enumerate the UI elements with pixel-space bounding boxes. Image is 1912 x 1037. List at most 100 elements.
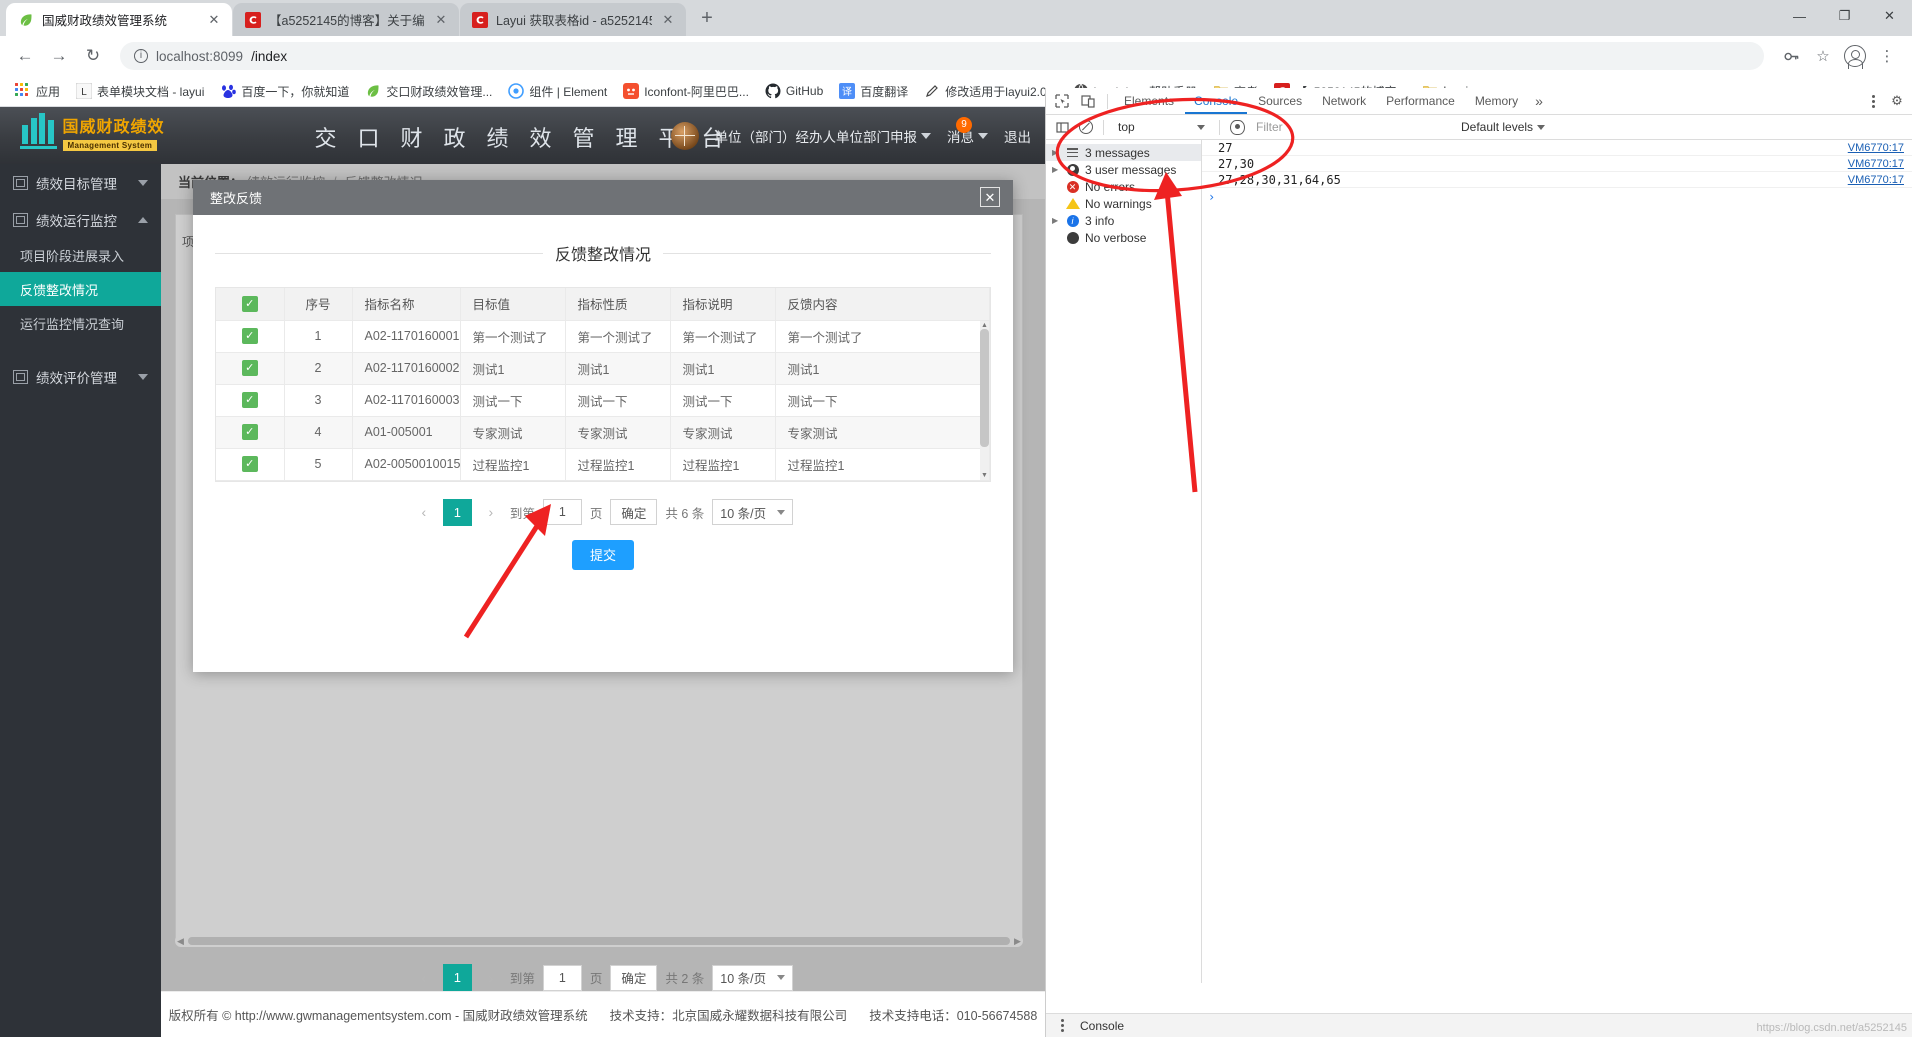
bookmark-baidu-fanyi[interactable]: 译 百度翻译	[832, 80, 915, 103]
browser-tab-1[interactable]: 国威财政绩效管理系统 ✕	[6, 3, 232, 36]
tab-console[interactable]: Console	[1185, 88, 1248, 114]
chevron-right-icon[interactable]: ▶	[1052, 148, 1060, 157]
scroll-left-icon[interactable]: ◀	[175, 936, 186, 947]
profile-avatar-icon[interactable]	[1840, 41, 1870, 71]
chevron-right-icon[interactable]: ▶	[1052, 216, 1060, 225]
scrollbar-thumb[interactable]	[980, 329, 989, 447]
sidebar-item-performance-evaluation[interactable]: 绩效评价管理	[0, 358, 161, 395]
bookmark-apps[interactable]: 应用	[8, 80, 67, 103]
device-toolbar-icon[interactable]	[1076, 90, 1100, 112]
console-log-entry[interactable]: 27,30 VM6770:17	[1202, 156, 1912, 172]
reload-icon[interactable]: ↻	[78, 41, 108, 71]
close-window-button[interactable]: ✕	[1867, 0, 1912, 32]
goto-page-input[interactable]: 1	[542, 964, 582, 991]
eye-icon[interactable]	[1230, 119, 1245, 135]
console-log-entry[interactable]: 27,28,30,31,64,65 VM6770:17	[1202, 172, 1912, 188]
page-size-select[interactable]: 10 条/页	[712, 964, 794, 991]
tab-network[interactable]: Network	[1313, 88, 1375, 114]
console-sidebar-messages[interactable]: ▶ 3 messages	[1046, 144, 1201, 161]
messages-menu[interactable]: 消息 9	[947, 116, 988, 146]
tab-sources[interactable]: Sources	[1249, 88, 1311, 114]
address-bar[interactable]: i localhost:8099/index	[120, 42, 1764, 70]
drawer-tab-console[interactable]: Console	[1080, 1019, 1124, 1033]
kebab-menu-icon[interactable]	[1863, 90, 1883, 112]
console-sidebar-user-messages[interactable]: ▶ 3 user messages	[1046, 161, 1201, 178]
prev-page-button[interactable]: ‹	[413, 970, 435, 986]
bookmark-iconfont[interactable]: Iconfont-阿里巴巴...	[616, 80, 756, 103]
table-row[interactable]: ✓ 1 A02-1170160001 第一个测试了 第一个测试了 第一个测试了 …	[216, 320, 990, 353]
tab-elements[interactable]: Elements	[1115, 88, 1183, 114]
table-row[interactable]: ✓ 3 A02-1170160003 测试一下 测试一下 测试一下 测试一下	[216, 384, 990, 417]
console-sidebar-verbose[interactable]: No verbose	[1046, 229, 1201, 246]
tab-memory[interactable]: Memory	[1466, 88, 1527, 114]
bookmark-layui-form-doc[interactable]: L 表单模块文档 - layui	[69, 80, 211, 103]
table-row[interactable]: ✓ 2 A02-1170160002 测试1 测试1 测试1 测试1	[216, 352, 990, 385]
table-vertical-scrollbar[interactable]: ▲ ▼	[980, 321, 989, 480]
select-all-header[interactable]: ✓	[216, 288, 285, 321]
next-page-button[interactable]: ›	[480, 970, 502, 986]
log-source-link[interactable]: VM6770:17	[1848, 142, 1912, 154]
bookmark-jiaokou-system[interactable]: 交口财政绩效管理...	[358, 80, 499, 103]
horizontal-scrollbar[interactable]: ◀ ▶	[175, 935, 1023, 947]
console-sidebar-errors[interactable]: ✕ No errors	[1046, 178, 1201, 195]
table-row[interactable]: ✓ 5 A02-0050010015 过程监控1 过程监控1 过程监控1 过程监…	[216, 448, 990, 481]
close-icon[interactable]: ✕	[660, 12, 676, 28]
console-prompt[interactable]: ›	[1202, 188, 1912, 206]
minimize-button[interactable]: —	[1777, 0, 1822, 32]
checkbox-checked-icon[interactable]: ✓	[241, 296, 258, 312]
bookmark-github[interactable]: GitHub	[758, 80, 830, 102]
forward-icon[interactable]: →	[44, 41, 74, 71]
bookmark-element-components[interactable]: 组件 | Element	[501, 80, 614, 103]
key-icon[interactable]	[1776, 41, 1806, 71]
gear-icon[interactable]: ⚙	[1886, 90, 1908, 112]
sidebar-item-feedback-rectification[interactable]: 反馈整改情况	[0, 272, 161, 306]
more-tabs-icon[interactable]: »	[1529, 93, 1549, 109]
page-number-1[interactable]: 1	[442, 498, 472, 526]
browser-menu-icon[interactable]: ⋮	[1872, 41, 1902, 71]
log-source-link[interactable]: VM6770:17	[1848, 158, 1912, 170]
close-icon[interactable]: ✕	[206, 12, 222, 28]
next-page-button[interactable]: ›	[480, 504, 502, 520]
log-source-link[interactable]: VM6770:17	[1848, 174, 1912, 186]
new-tab-button[interactable]: +	[693, 5, 721, 33]
user-role-menu[interactable]: 单位（部门）经办人单位部门申报	[715, 126, 931, 146]
bookmark-baidu[interactable]: 百度一下，你就知道	[213, 80, 356, 103]
row-checkbox-cell[interactable]: ✓	[216, 448, 285, 481]
row-checkbox-cell[interactable]: ✓	[216, 352, 285, 385]
row-checkbox-cell[interactable]: ✓	[216, 320, 285, 353]
goto-confirm-button[interactable]: 确定	[610, 964, 658, 991]
page-number-1[interactable]: 1	[442, 964, 472, 991]
maximize-button[interactable]: ❐	[1822, 0, 1867, 32]
checkbox-checked-icon[interactable]: ✓	[241, 424, 258, 441]
close-icon[interactable]: ✕	[433, 12, 449, 28]
console-filter-input[interactable]: Filter	[1250, 118, 1450, 137]
checkbox-checked-icon[interactable]: ✓	[241, 328, 258, 345]
page-size-select[interactable]: 10 条/页	[712, 499, 794, 525]
sidebar-item-performance-goal[interactable]: 绩效目标管理	[0, 164, 161, 201]
back-icon[interactable]: ←	[10, 41, 40, 71]
row-checkbox-cell[interactable]: ✓	[216, 416, 285, 449]
inspect-element-icon[interactable]	[1050, 90, 1074, 112]
log-levels-select[interactable]: Default levels	[1455, 120, 1546, 134]
bookmark-layui2-mod[interactable]: 修改适用于layui2.0...	[917, 80, 1063, 103]
site-info-icon[interactable]: i	[134, 49, 148, 63]
browser-tab-3[interactable]: Layui 获取表格id - a5252145的 ✕	[460, 3, 686, 36]
close-icon[interactable]: ✕	[980, 187, 1000, 207]
scrollbar-thumb[interactable]	[188, 937, 1010, 945]
sidebar-item-performance-monitor[interactable]: 绩效运行监控	[0, 201, 161, 238]
goto-confirm-button[interactable]: 确定	[610, 499, 658, 525]
checkbox-checked-icon[interactable]: ✓	[241, 360, 258, 377]
browser-tab-2[interactable]: 【a5252145的博客】关于编程的 ✕	[233, 3, 459, 36]
prev-page-button[interactable]: ‹	[413, 504, 435, 520]
scroll-right-icon[interactable]: ▶	[1012, 936, 1023, 947]
sidebar-item-monitor-query[interactable]: 运行监控情况查询	[0, 306, 161, 340]
bookmark-star-icon[interactable]: ☆	[1808, 41, 1838, 71]
table-row[interactable]: ✓ 4 A01-005001 专家测试 专家测试 专家测试 专家测试	[216, 416, 990, 449]
execution-context-select[interactable]: top	[1114, 118, 1209, 137]
row-checkbox-cell[interactable]: ✓	[216, 384, 285, 417]
sidebar-toggle-icon[interactable]	[1050, 116, 1074, 138]
tab-performance[interactable]: Performance	[1377, 88, 1464, 114]
sidebar-item-project-stage-entry[interactable]: 项目阶段进展录入	[0, 238, 161, 272]
kebab-menu-icon[interactable]	[1052, 1015, 1072, 1037]
submit-button[interactable]: 提交	[572, 539, 634, 570]
